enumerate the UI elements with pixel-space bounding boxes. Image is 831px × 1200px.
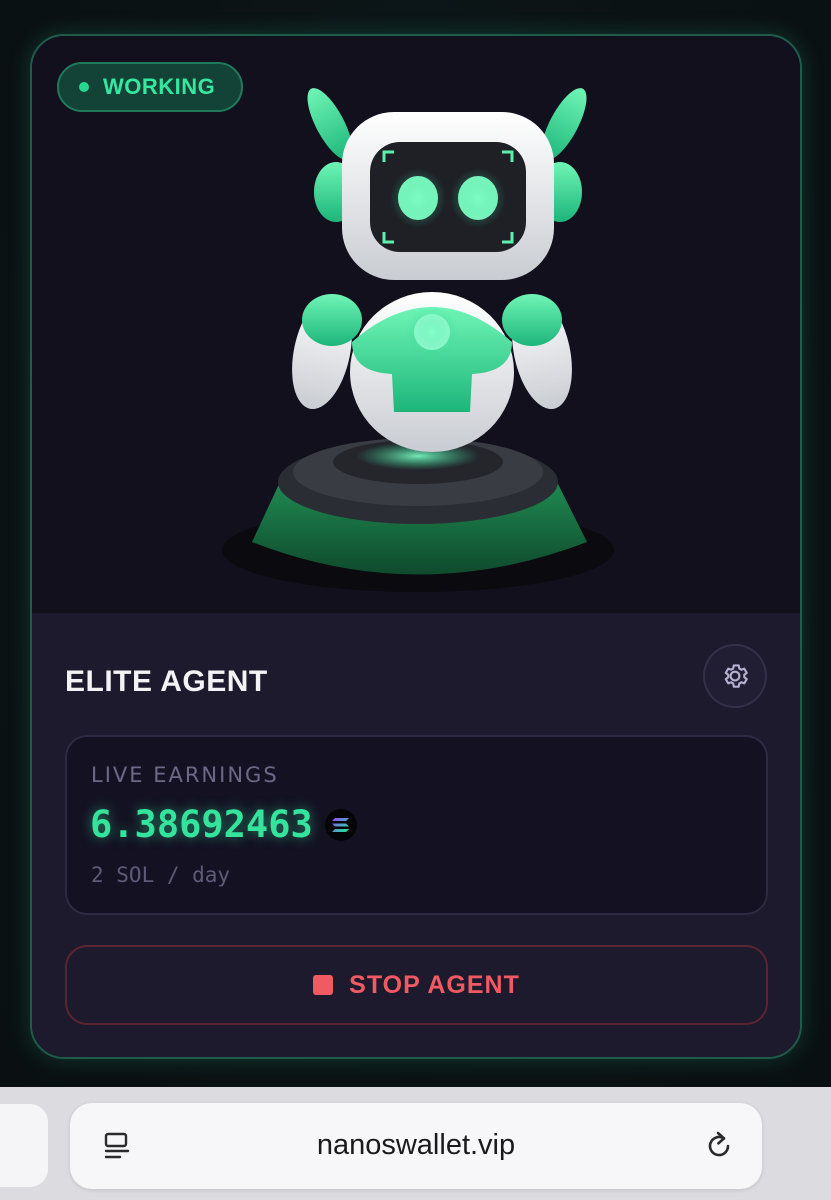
browser-toolbar: nanoswallet.vip: [0, 1087, 831, 1200]
stop-agent-label: STOP AGENT: [349, 970, 520, 999]
url-text: nanoswallet.vip: [316, 1129, 516, 1161]
earnings-panel: LIVE EARNINGS 6.38692463 2 SOL / day: [65, 735, 768, 915]
agent-title: ELITE AGENT: [65, 665, 268, 698]
agent-card: WORKING ELITE AGENT LIVE EARNINGS 6.3869…: [30, 34, 802, 1059]
settings-button[interactable]: [703, 644, 767, 708]
agent-info-panel: ELITE AGENT LIVE EARNINGS 6.38692463 2 S…: [32, 613, 800, 1057]
gear-icon: [724, 664, 748, 688]
status-dot-icon: [79, 82, 89, 92]
page: WORKING ELITE AGENT LIVE EARNINGS 6.3869…: [0, 0, 831, 1200]
address-bar[interactable]: nanoswallet.vip: [70, 1103, 762, 1189]
stop-icon: [313, 975, 334, 995]
robot-illustration: [222, 88, 614, 592]
earnings-label: LIVE EARNINGS: [91, 763, 279, 787]
agent-hero: WORKING: [32, 36, 800, 613]
solana-icon: [324, 808, 357, 841]
earnings-row: 6.38692463: [90, 803, 357, 846]
earnings-rate: 2 SOL / day: [91, 863, 231, 887]
status-text: WORKING: [103, 74, 216, 99]
previous-tab[interactable]: [0, 1104, 48, 1187]
stop-agent-button[interactable]: STOP AGENT: [65, 945, 768, 1025]
earnings-value: 6.38692463: [90, 803, 313, 846]
reload-icon[interactable]: [702, 1129, 736, 1163]
